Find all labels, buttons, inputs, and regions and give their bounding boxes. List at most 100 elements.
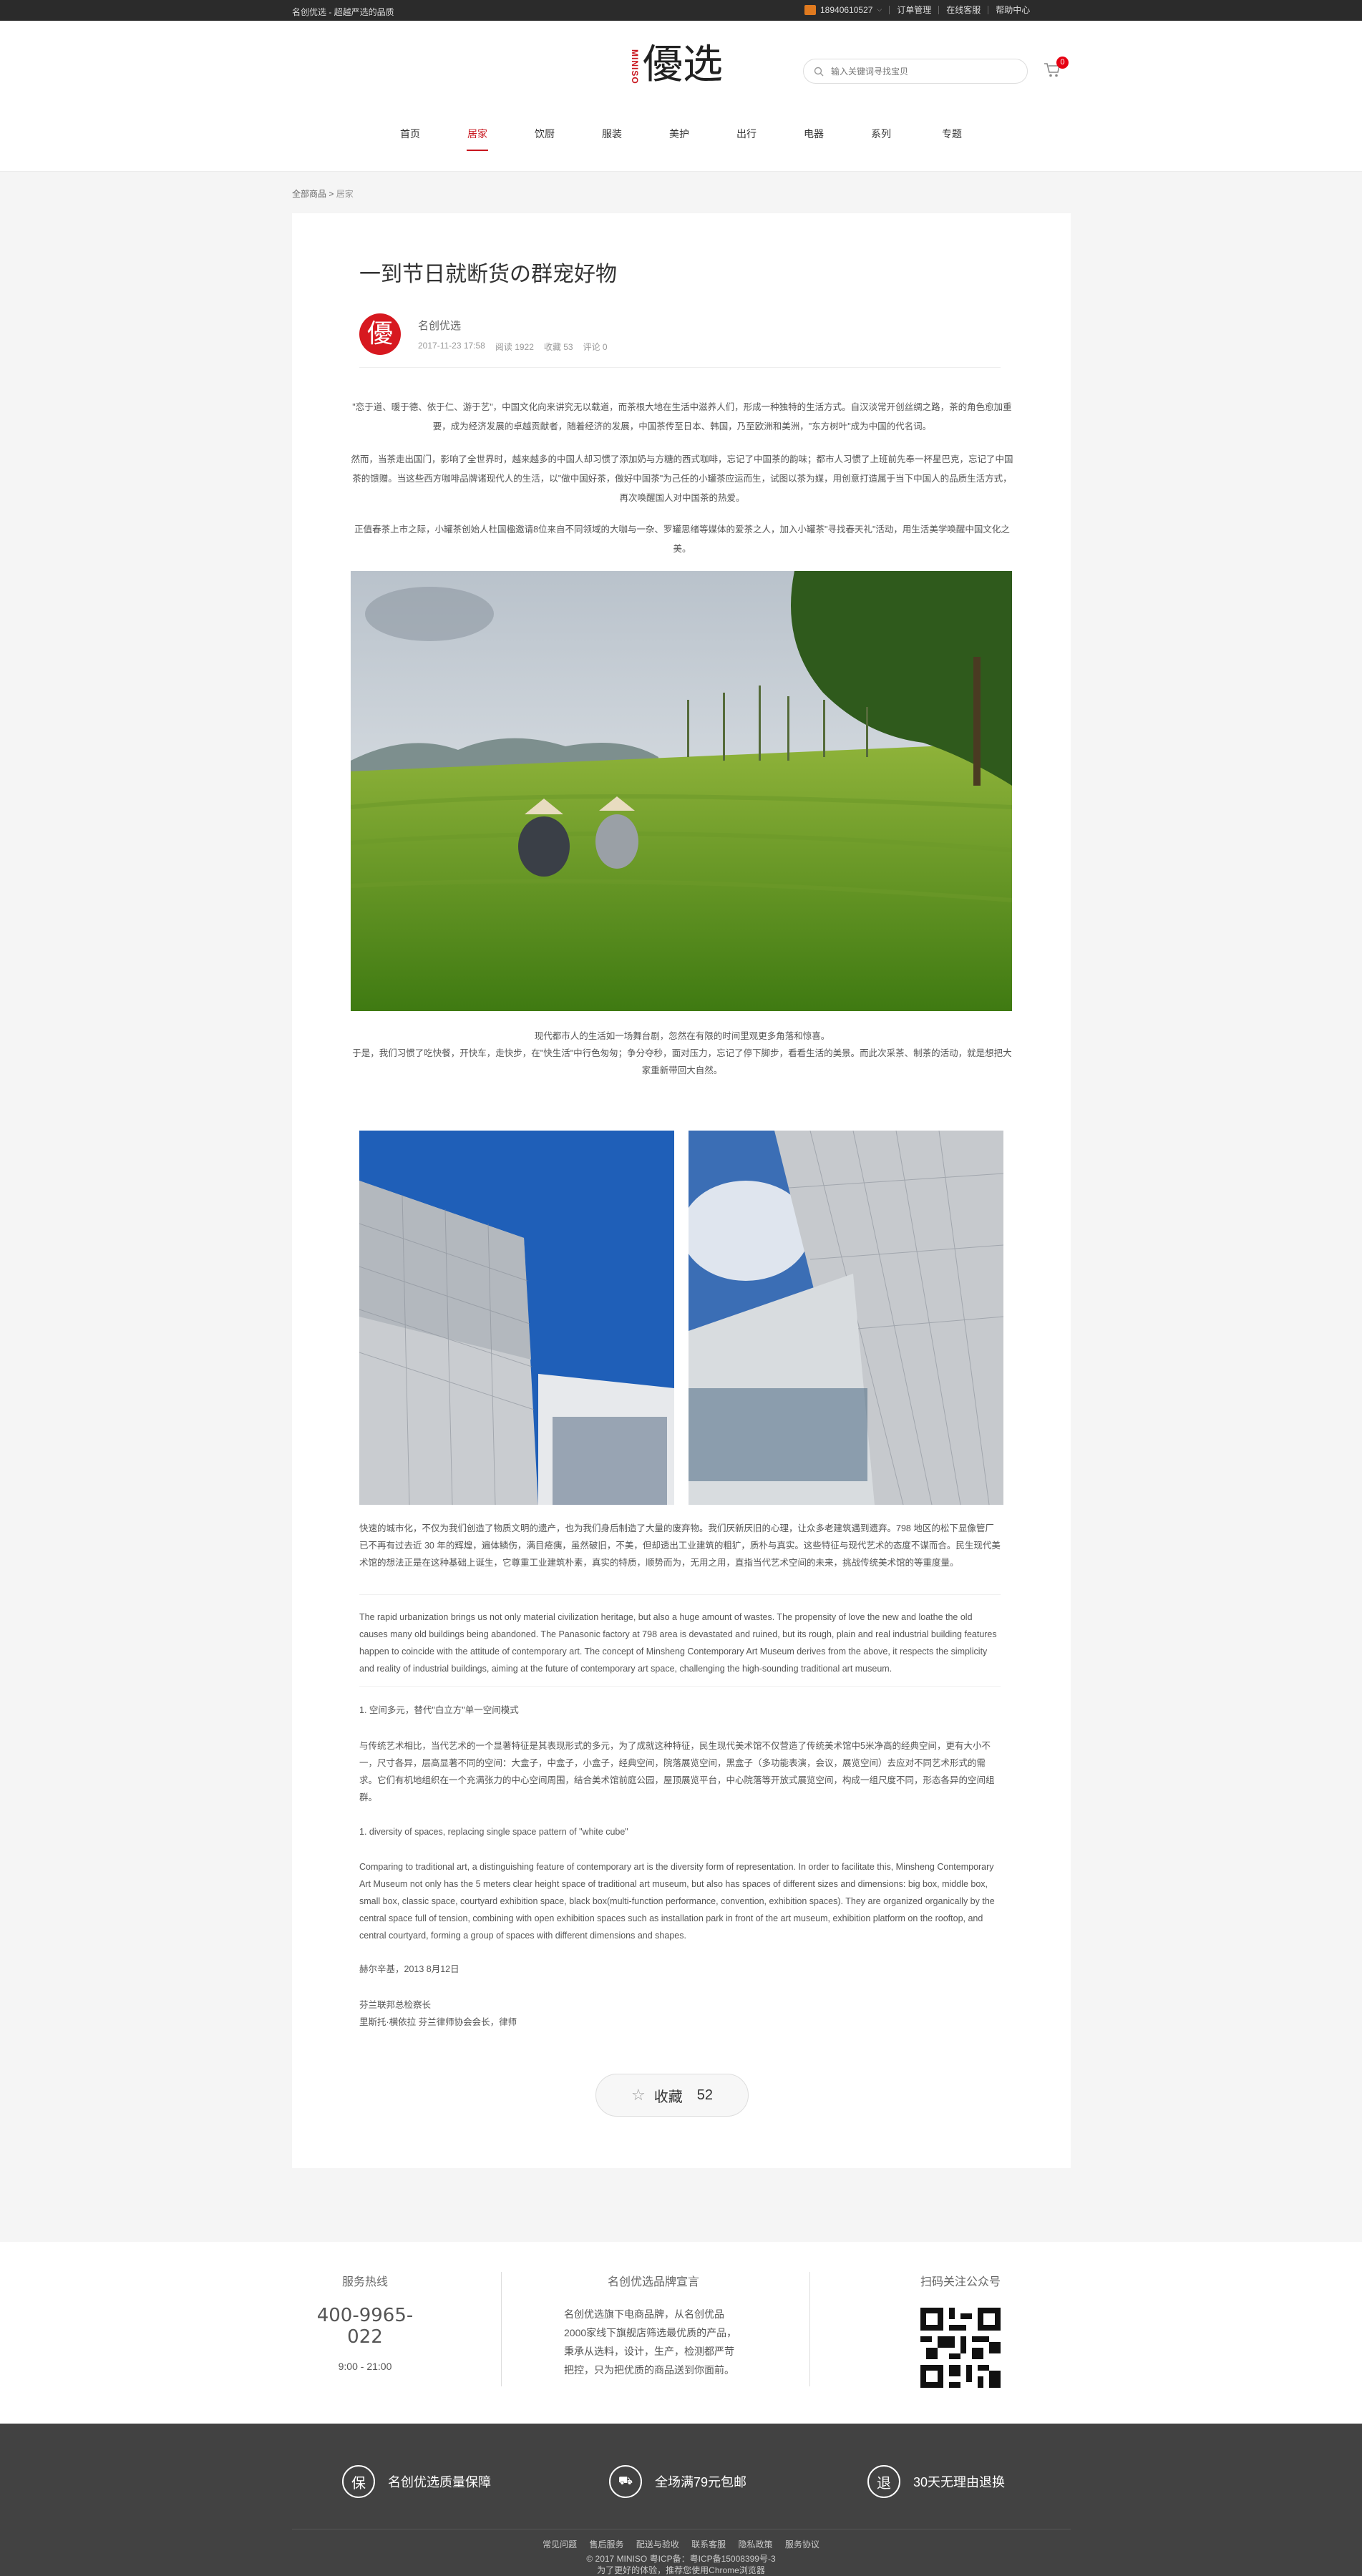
service-hours: 9:00 - 21:00 xyxy=(338,2361,392,2372)
nav-item-travel[interactable]: 出行 xyxy=(736,127,757,141)
body-paragraph-cn: 与传统艺术相比，当代艺术的一个显著特征是其表现形式的多元，为了成就这种特征，民生… xyxy=(359,1741,995,1802)
guarantee-shipping: ⛟ 全场满79元包邮 xyxy=(609,2465,746,2498)
nav-item-topics[interactable]: 专题 xyxy=(942,127,962,141)
nav-item-electronics[interactable]: 电器 xyxy=(804,127,824,141)
footer-link[interactable]: 配送与验收 xyxy=(636,2540,679,2550)
author-name: 名创优选 xyxy=(418,320,462,332)
avatar: 優 xyxy=(359,313,401,355)
breadcrumb-root[interactable]: 全部商品 xyxy=(292,189,326,199)
phone-number: 18940610527 xyxy=(820,4,873,15)
top-bar: 名创优选 - 超越严选的品质 18940610527 ⌵ 订单管理 在线客服 帮… xyxy=(0,0,1362,21)
photo-caption-text: 于是，我们习惯了吃快餐，开快车，走快步，在"快生活"中行色匆匆；争分夺秒，面对压… xyxy=(352,1048,1012,1075)
browser-note: 为了更好的体验，推荐您使用Chrome浏览器 xyxy=(597,2565,765,2575)
brand-statement: 名创优选旗下电商品牌，从名创优品2000家线下旗舰店筛选最优质的产品，秉承从选料… xyxy=(564,2308,737,2376)
divider xyxy=(809,2272,810,2386)
cart-button[interactable]: 0 xyxy=(1044,57,1069,82)
truck-icon: ⛟ xyxy=(609,2465,642,2498)
brand-title: 名创优选品牌宣言 xyxy=(607,2276,699,2288)
footer-link[interactable]: 联系客服 xyxy=(691,2540,726,2550)
top-bar-links: 18940610527 ⌵ 订单管理 在线客服 帮助中心 xyxy=(804,4,1030,16)
guarantee-quality: 保 名创优选质量保障 xyxy=(342,2465,491,2498)
chevron-down-icon: ⌵ xyxy=(877,6,882,13)
footer: 保 名创优选质量保障 ⛟ 全场满79元包邮 退 30天无理由退换 常见问题 售后… xyxy=(0,2424,1362,2576)
divider xyxy=(501,2272,502,2386)
publish-date: 2017-11-23 17:58 xyxy=(418,341,485,351)
intro-paragraph: 然而，当茶走出国门，影响了全世界时，越来越多的中国人却习惯了添加奶与方糖的西式咖… xyxy=(351,454,1013,503)
footer-link[interactable]: 隐私政策 xyxy=(739,2540,773,2550)
phone-dropdown[interactable]: 18940610527 ⌵ xyxy=(804,4,882,15)
author-block: 優 名创优选 2017-11-23 17:58 阅读 1922 收藏 53 评论… xyxy=(359,313,1001,368)
tea-field-photo xyxy=(351,571,1012,1011)
separator xyxy=(889,5,890,14)
logo-cn: 優选 xyxy=(643,42,723,88)
copyright: © 2017 MINISO 粤ICP备：粤ICP备15008399号-3 xyxy=(586,2554,776,2564)
header: MINISO 優选 0 首页 居家 饮厨 服装 美护 出行 电器 系列 专题 xyxy=(0,21,1362,172)
footer-link[interactable]: 售后服务 xyxy=(589,2540,623,2550)
hotline-number: 400-9965-022 xyxy=(316,2305,414,2348)
breadcrumb-current: 居家 xyxy=(336,189,354,199)
photo-caption-line: 现代都市人的生活如一场舞台剧，忽然在有限的时间里观更多角落和惊喜。 xyxy=(534,1031,830,1041)
intro-paragraph: "恋于道、暖于德、依于仁、游于艺"，中国文化向来讲究无以载道，而茶根大地在生活中… xyxy=(352,402,1012,431)
favorite-label: 收藏 xyxy=(653,2089,683,2105)
intro-paragraph: 正值春茶上市之际，小罐茶创始人杜国楹邀请8位来自不同领域的大咖与一杂、罗罐思绪等… xyxy=(354,525,1010,554)
brand-column: 名创优选品牌宣言 名创优选旗下电商品牌，从名创优品2000家线下旗舰店筛选最优质… xyxy=(564,2272,743,2379)
nav-item-series[interactable]: 系列 xyxy=(871,127,891,141)
nav-item-kitchen[interactable]: 饮厨 xyxy=(535,127,555,141)
star-icon: ☆ xyxy=(631,2086,646,2104)
search-input[interactable] xyxy=(831,66,1017,77)
guarantee-label: 30天无理由退换 xyxy=(913,2475,1006,2489)
article-card: 一到节日就断货の群宠好物 優 名创优选 2017-11-23 17:58 阅读 … xyxy=(292,213,1071,2168)
orders-link[interactable]: 订单管理 xyxy=(897,4,931,16)
body-paragraph-en: Comparing to traditional art, a distingu… xyxy=(359,1862,995,1941)
qr-title: 扫码关注公众号 xyxy=(920,2276,1001,2288)
body-paragraph-en: The rapid urbanization brings us not onl… xyxy=(359,1612,997,1674)
favorite-count: 收藏 53 xyxy=(543,342,573,352)
nav-item-home-living[interactable]: 居家 xyxy=(467,127,487,141)
online-service-link[interactable]: 在线客服 xyxy=(946,4,981,16)
qr-code-icon xyxy=(920,2308,1001,2388)
footer-links: 常见问题 售后服务 配送与验收 联系客服 隐私政策 服务协议 xyxy=(0,2538,1362,2550)
guarantee-label: 名创优选质量保障 xyxy=(388,2475,491,2489)
signature-date: 赫尔辛基，2013 8月12日 xyxy=(359,1964,459,1974)
service-info: 服务热线 400-9965-022 9:00 - 21:00 名创优选品牌宣言 … xyxy=(0,2242,1362,2424)
shield-icon: 保 xyxy=(342,2465,375,2498)
breadcrumb: 全部商品 > 居家 xyxy=(292,187,354,200)
breadcrumb-separator: > xyxy=(329,189,334,199)
hotline-column: 服务热线 400-9965-022 9:00 - 21:00 xyxy=(308,2272,422,2372)
body-paragraph-cn: 快速的城市化，不仅为我们创造了物质文明的遗产，也为我们身后制造了大量的废弃物。我… xyxy=(359,1523,1001,1568)
logo-en: MINISO xyxy=(630,49,640,84)
view-count: 阅读 1922 xyxy=(495,342,534,352)
logo[interactable]: MINISO 優选 xyxy=(630,45,723,85)
museum-photo-right xyxy=(689,1131,1003,1505)
article-meta: 2017-11-23 17:58 阅读 1922 收藏 53 评论 0 xyxy=(418,341,608,353)
cart-count-badge: 0 xyxy=(1056,57,1069,69)
favorite-button[interactable]: ☆ 收藏 52 xyxy=(595,2074,749,2117)
divider xyxy=(359,1594,1001,1595)
comment-count: 评论 0 xyxy=(583,342,608,352)
section-heading-en: 1. diversity of spaces, replacing single… xyxy=(359,1827,628,1837)
nav-item-apparel[interactable]: 服装 xyxy=(602,127,622,141)
guarantee-returns: 退 30天无理由退换 xyxy=(867,2465,1005,2498)
guarantee-label: 全场满79元包邮 xyxy=(655,2475,747,2489)
museum-photo-left xyxy=(359,1131,674,1505)
qr-column: 扫码关注公众号 xyxy=(910,2272,1011,2388)
hotline-title: 服务热线 xyxy=(341,2276,388,2288)
search-box[interactable] xyxy=(803,59,1028,84)
footer-link[interactable]: 服务协议 xyxy=(785,2540,819,2550)
separator xyxy=(938,5,940,14)
section-heading-cn: 1. 空间多元，替代"白立方"单一空间模式 xyxy=(359,1705,519,1715)
favorite-total: 52 xyxy=(696,2087,713,2103)
main-nav: 首页 居家 饮厨 服装 美护 出行 电器 系列 专题 xyxy=(0,127,1362,150)
search-icon xyxy=(814,67,824,76)
divider xyxy=(359,1686,1001,1687)
site-slogan: 名创优选 - 超越严选的品质 xyxy=(292,7,394,17)
nav-item-beauty[interactable]: 美护 xyxy=(669,127,689,141)
help-center-link[interactable]: 帮助中心 xyxy=(996,4,1030,16)
return-icon: 退 xyxy=(867,2465,900,2498)
signature-names: 里斯托·横依拉 芬兰律师协会会长，律师 xyxy=(359,2017,517,2027)
article-title: 一到节日就断货の群宠好物 xyxy=(359,263,617,286)
user-icon xyxy=(804,4,816,15)
signature-title: 芬兰联邦总检察长 xyxy=(359,2000,432,2010)
footer-link[interactable]: 常见问题 xyxy=(543,2540,577,2550)
nav-item-home[interactable]: 首页 xyxy=(400,127,420,141)
